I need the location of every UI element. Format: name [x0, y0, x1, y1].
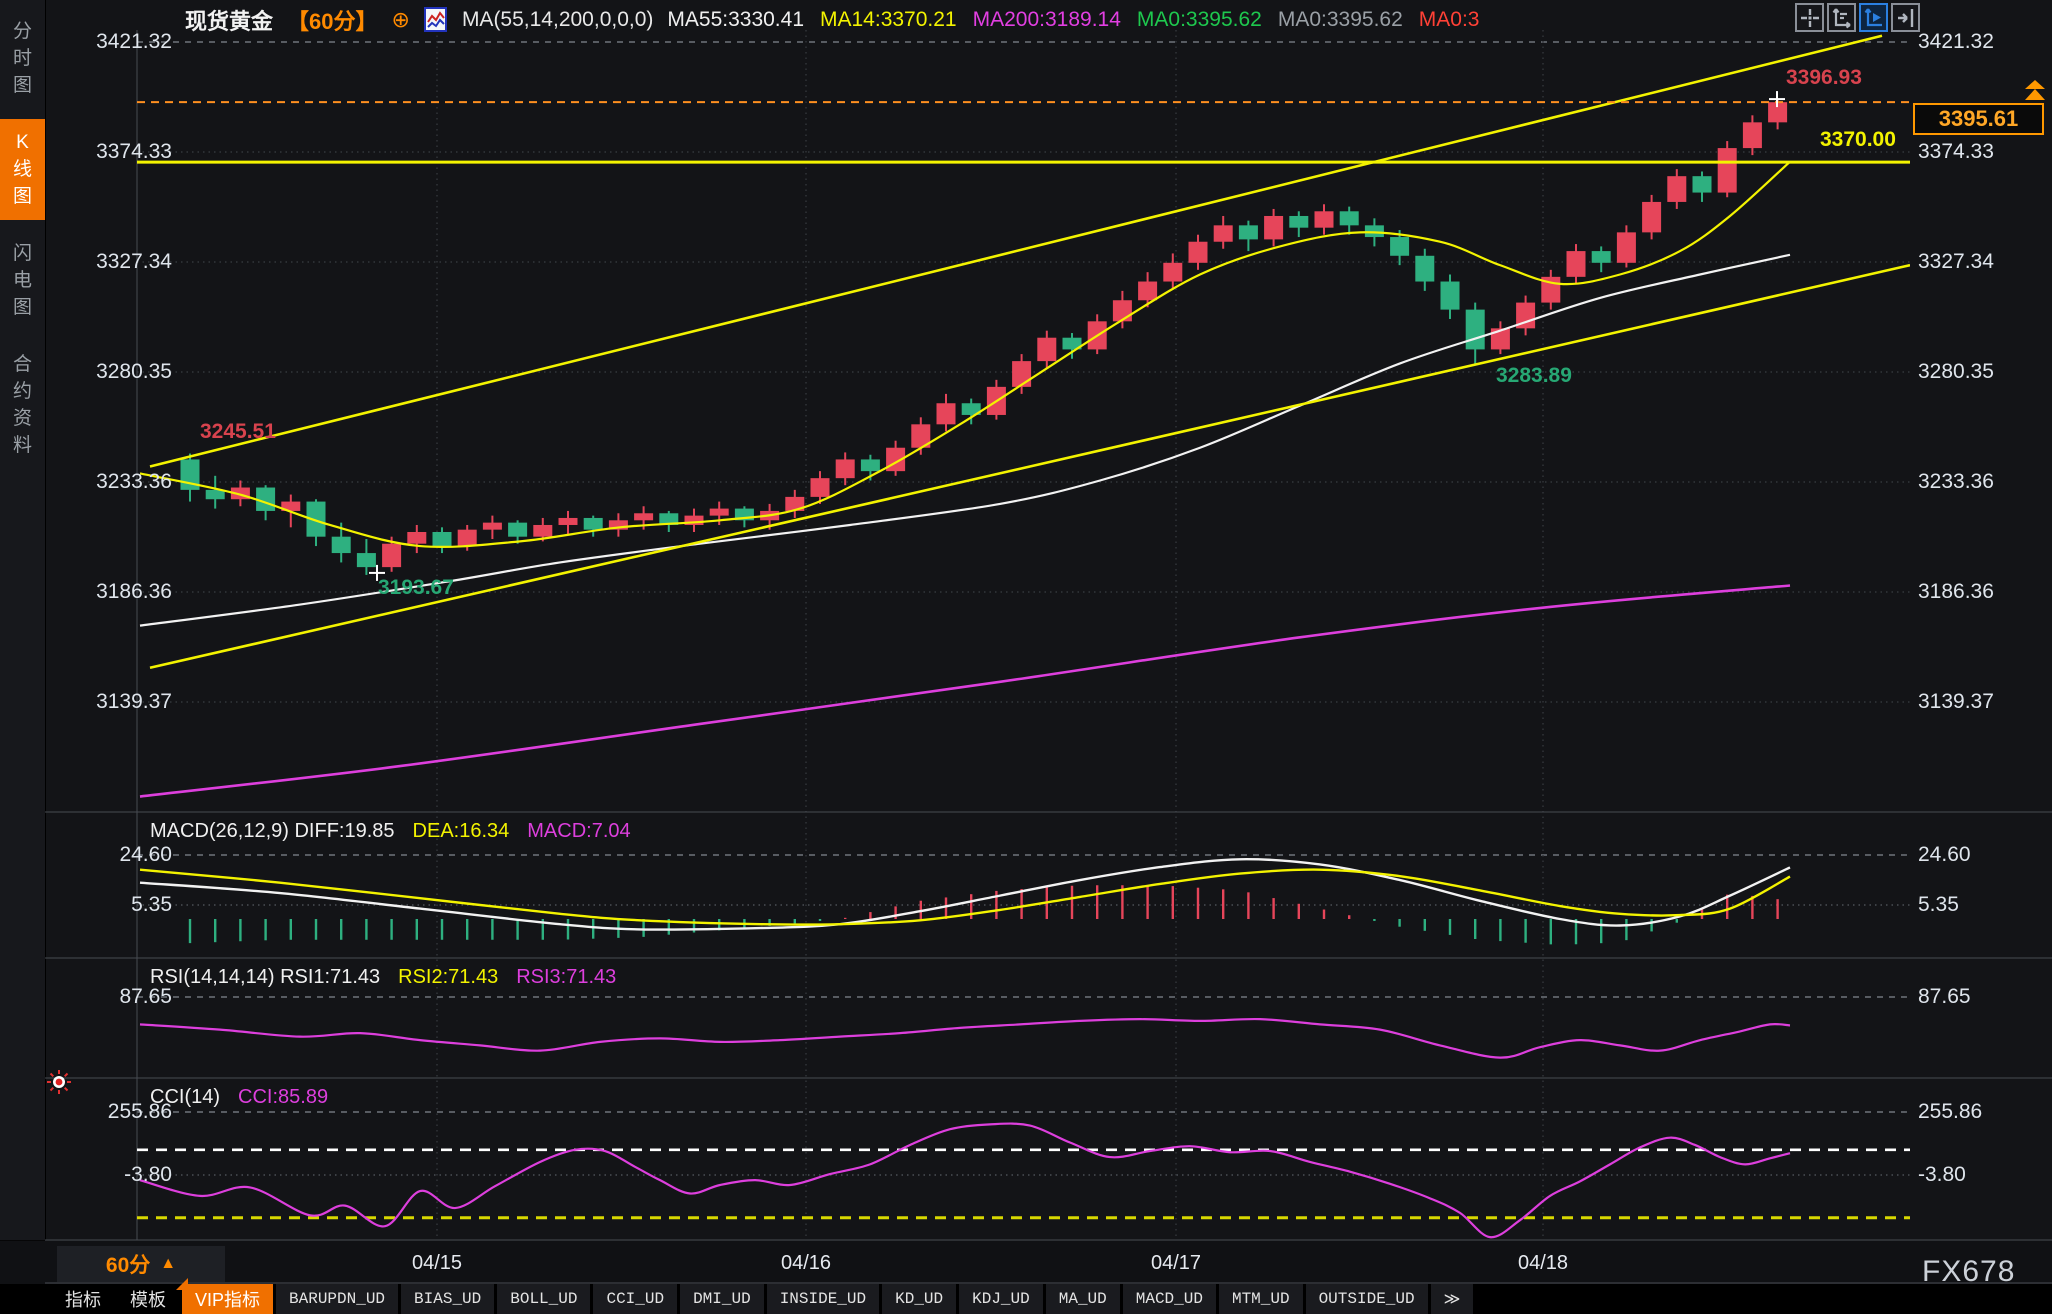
indicator-tab-MA_UD[interactable]: MA_UD — [1046, 1284, 1120, 1314]
axis-tick: 5.35 — [1918, 893, 1959, 917]
axis-tick: 3186.36 — [0, 580, 172, 604]
chart-canvas[interactable] — [0, 0, 2052, 1314]
axis-tick: 3280.35 — [1918, 360, 1994, 384]
axis-tick: 3327.34 — [1918, 250, 1994, 274]
indicator-tab-≫[interactable]: ≫ — [1431, 1284, 1474, 1314]
rsi-header-part-2: RSI3:71.43 — [516, 966, 616, 989]
macd-header-part-0: MACD(26,12,9) DIFF:19.85 — [150, 820, 395, 843]
indicator-tab-BARUPDN_UD[interactable]: BARUPDN_UD — [276, 1284, 398, 1314]
mini-chart-icon[interactable] — [424, 7, 448, 33]
axis-autofit-icon[interactable] — [1859, 3, 1888, 32]
indicator-tabbar: 指标模板VIP指标BARUPDN_UDBIAS_UDBOLL_UDCCI_UDD… — [0, 1284, 2052, 1314]
rsi-header-part-0: RSI(14,14,14) RSI1:71.43 — [150, 966, 380, 989]
price-up-arrow-icon — [2024, 80, 2046, 107]
timeframe-value: 60分 — [106, 1249, 150, 1279]
axis-tick: 87.65 — [1918, 985, 1971, 1009]
chart-toolbar — [1795, 3, 1920, 32]
axis-tick: 3421.32 — [0, 30, 172, 54]
ma-value-3: MA0:3395.62 — [1137, 8, 1262, 32]
link-target-icon[interactable]: ⊕ — [392, 7, 410, 33]
axis-tick: 3327.34 — [0, 250, 172, 274]
timeframe-label[interactable]: 【60分】 — [287, 4, 377, 36]
axis-tick: 255.86 — [0, 1100, 172, 1124]
chart-header: 现货黄金 【60分】 ⊕ MA(55,14,200,0,0,0) MA55:33… — [185, 5, 1479, 35]
macd-header-part-2: MACD:7.04 — [527, 820, 630, 843]
price-annotation-1: 3193.67 — [378, 576, 454, 600]
indicator-tab-MACD_UD[interactable]: MACD_UD — [1123, 1284, 1216, 1314]
date-label: 04/16 — [781, 1252, 831, 1275]
axis-tick: 24.60 — [1918, 843, 1971, 867]
indicator-tab-OUTSIDE_UD[interactable]: OUTSIDE_UD — [1306, 1284, 1428, 1314]
indicator-tab-模板[interactable]: 模板 — [117, 1284, 179, 1314]
ma-value-1: MA14:3370.21 — [820, 8, 957, 32]
axis-tick: -3.80 — [0, 1163, 172, 1187]
ma-value-5: MA0:3 — [1419, 8, 1480, 32]
indicator-tab-VIP指标[interactable]: VIP指标 — [182, 1284, 273, 1314]
ma-value-2: MA200:3189.14 — [973, 8, 1121, 32]
axis-tick: 3233.36 — [0, 470, 172, 494]
indicator-tab-MTM_UD[interactable]: MTM_UD — [1219, 1284, 1303, 1314]
axis-tick: 3280.35 — [0, 360, 172, 384]
indicator-tab-CCI_UD[interactable]: CCI_UD — [593, 1284, 677, 1314]
date-label: 04/15 — [412, 1252, 462, 1275]
instrument-title: 现货黄金 — [185, 4, 273, 36]
current-price-badge: 3395.61 — [1913, 103, 2044, 135]
axis-tick: 3139.37 — [0, 690, 172, 714]
axis-scale-icon[interactable] — [1827, 3, 1856, 32]
axis-tick: 5.35 — [0, 893, 172, 917]
trading-app-window: 分时图K线图闪电图合约资料 现货黄金 【60分】 ⊕ MA(55,14,200,… — [0, 0, 2052, 1314]
timeframe-selector[interactable]: 60分 ▲ — [57, 1246, 225, 1282]
axis-tick: 3374.33 — [1918, 140, 1994, 164]
indicator-tab-DMI_UD[interactable]: DMI_UD — [680, 1284, 764, 1314]
axis-tick: 3233.36 — [1918, 470, 1994, 494]
ma-value-0: MA55:3330.41 — [667, 8, 804, 32]
macd-header-part-1: DEA:16.34 — [413, 820, 510, 843]
ma-values: MA55:3330.41 MA14:3370.21 MA200:3189.14 MA0… — [667, 8, 1479, 32]
axis-tick: 24.60 — [0, 843, 172, 867]
axis-tick: 3421.32 — [1918, 30, 1994, 54]
indicator-tab-KD_UD[interactable]: KD_UD — [882, 1284, 956, 1314]
price-annotation-4: 3370.00 — [1820, 128, 1896, 152]
date-label: 04/18 — [1518, 1252, 1568, 1275]
indicator-tab-KDJ_UD[interactable]: KDJ_UD — [959, 1284, 1043, 1314]
macd-pane-header: MACD(26,12,9) DIFF:19.85 DEA:16.34 MACD:7.… — [150, 820, 631, 843]
shift-right-icon[interactable] — [1891, 3, 1920, 32]
axis-tick: 255.86 — [1918, 1100, 1982, 1124]
axis-tick: 3186.36 — [1918, 580, 1994, 604]
indicator-tab-BIAS_UD[interactable]: BIAS_UD — [401, 1284, 494, 1314]
ma-value-4: MA0:3395.62 — [1278, 8, 1403, 32]
chevron-up-icon: ▲ — [160, 1255, 176, 1273]
date-label: 04/17 — [1151, 1252, 1201, 1275]
cci-header-part-0: CCI(14) — [150, 1086, 220, 1109]
axis-tick: 3374.33 — [0, 140, 172, 164]
pan-icon[interactable] — [1795, 3, 1824, 32]
price-annotation-3: 3396.93 — [1786, 66, 1862, 90]
indicator-tab-指标[interactable]: 指标 — [52, 1284, 114, 1314]
indicator-tab-BOLL_UD[interactable]: BOLL_UD — [497, 1284, 590, 1314]
cci-pane-header: CCI(14) CCI:85.89 — [150, 1086, 328, 1109]
axis-tick: 87.65 — [0, 985, 172, 1009]
rsi-pane-header: RSI(14,14,14) RSI1:71.43 RSI2:71.43 RSI3:7… — [150, 966, 616, 989]
axis-tick: 3139.37 — [1918, 690, 1994, 714]
indicator-tab-INSIDE_UD[interactable]: INSIDE_UD — [767, 1284, 879, 1314]
ma-formula: MA(55,14,200,0,0,0) — [462, 8, 653, 32]
axis-tick: -3.80 — [1918, 1163, 1966, 1187]
rsi-header-part-1: RSI2:71.43 — [398, 966, 498, 989]
live-blink-icon — [47, 1070, 71, 1099]
price-annotation-2: 3283.89 — [1496, 364, 1572, 388]
cci-header-part-1: CCI:85.89 — [238, 1086, 328, 1109]
price-annotation-0: 3245.51 — [200, 420, 276, 444]
